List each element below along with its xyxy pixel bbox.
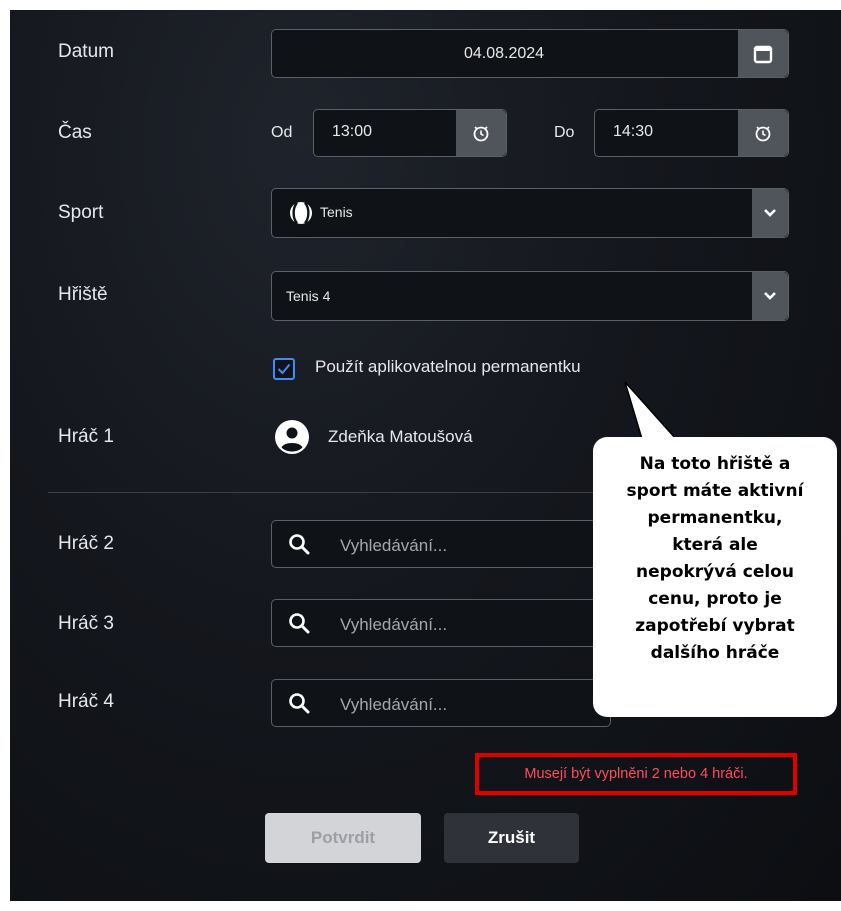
pass-checkbox[interactable] [273, 358, 295, 380]
tooltip-line: permanentku, [647, 508, 783, 528]
cancel-button[interactable]: Zrušit [444, 813, 579, 863]
label-cas: Čas [58, 122, 92, 143]
player3-search-input[interactable]: Vyhledávání... [271, 599, 611, 647]
tooltip-line: cenu, proto je [648, 589, 782, 609]
label-sport: Sport [58, 202, 104, 223]
divider [48, 492, 608, 493]
error-highlight-box: Musejí být vyplněni 2 nebo 4 hráči. [475, 753, 797, 795]
sport-select[interactable]: Tenis [271, 188, 789, 238]
time-from-value: 13:00 [332, 123, 373, 140]
tennis-ball-icon [290, 202, 312, 224]
error-message: Musejí být vyplněni 2 nebo 4 hráči. [524, 766, 748, 782]
tooltip-bubble: Na toto hřiště a sport máte aktivní perm… [593, 437, 837, 717]
court-value: Tenis 4 [286, 288, 331, 304]
player2-search-input[interactable]: Vyhledávání... [271, 520, 611, 568]
label-hrac3: Hráč 3 [58, 613, 114, 634]
time-to-input[interactable]: 14:30 [594, 109, 789, 157]
court-dropdown-toggle[interactable] [752, 272, 788, 320]
player4-search-input[interactable]: Vyhledávání... [271, 679, 611, 727]
time-to-label: Do [554, 124, 575, 141]
player3-search-placeholder: Vyhledávání... [340, 615, 448, 634]
chevron-down-icon [764, 292, 776, 300]
tooltip-line: sport máte aktivní [626, 481, 804, 501]
chevron-down-icon [764, 209, 776, 217]
tooltip-line: zapotřebí vybrat [635, 616, 795, 636]
tooltip-line: dalšího hráče [650, 643, 780, 663]
clock-icon [473, 126, 489, 142]
clock-icon [755, 126, 771, 142]
label-datum: Datum [58, 41, 114, 62]
confirm-button[interactable]: Potvrdit [265, 813, 421, 863]
date-value: 04.08.2024 [463, 44, 545, 62]
tooltip-line: Na toto hřiště a [639, 454, 791, 474]
label-hrac2: Hráč 2 [58, 533, 114, 554]
search-icon [289, 613, 310, 634]
time-to-clock-button[interactable] [738, 110, 788, 156]
tooltip-pointer [624, 381, 678, 440]
checkmark-icon [277, 363, 291, 375]
time-from-clock-button[interactable] [456, 110, 506, 156]
time-from-input[interactable]: 13:00 [313, 109, 507, 157]
pass-checkbox-label: Použít aplikovatelnou permanentku [315, 357, 581, 376]
calendar-icon [753, 45, 773, 63]
label-hriste: Hřiště [58, 284, 108, 305]
sport-dropdown-toggle[interactable] [752, 189, 788, 237]
time-to-value: 14:30 [613, 123, 654, 140]
calendar-button[interactable] [738, 30, 788, 77]
search-icon [289, 693, 310, 714]
court-select[interactable]: Tenis 4 [271, 271, 789, 321]
user-avatar-icon [275, 420, 309, 454]
player2-search-placeholder: Vyhledávání... [340, 536, 448, 555]
date-input[interactable]: 04.08.2024 [271, 29, 789, 78]
player4-search-placeholder: Vyhledávání... [340, 695, 448, 714]
tooltip-line: nepokrývá celou [636, 562, 794, 582]
sport-value: Tenis [320, 204, 353, 220]
time-from-label: Od [271, 124, 293, 141]
tooltip-line: která ale [672, 535, 758, 555]
label-hrac4: Hráč 4 [58, 691, 114, 712]
player1-name: Zdeňka Matoušová [328, 427, 473, 446]
search-icon [289, 534, 310, 555]
label-hrac1: Hráč 1 [58, 426, 114, 447]
